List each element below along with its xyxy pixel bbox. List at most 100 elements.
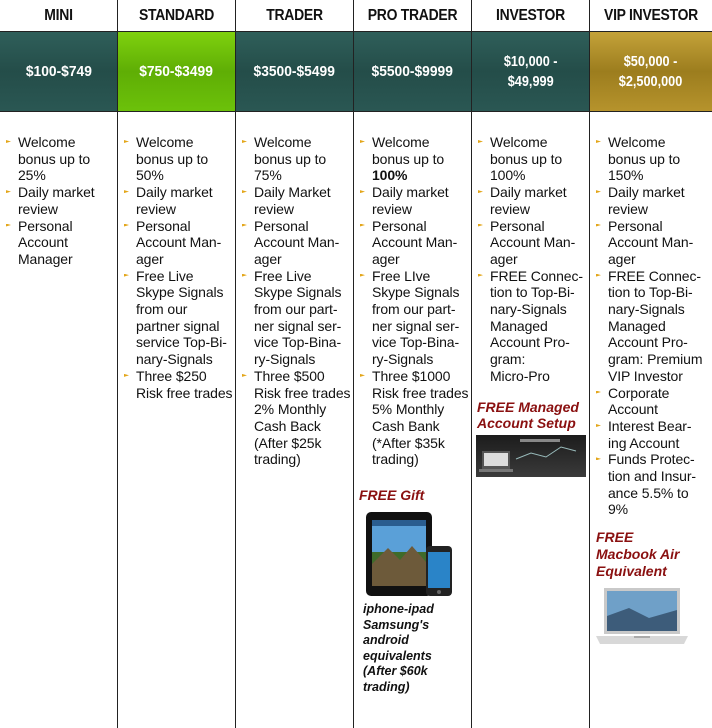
price-line: $49,999	[507, 72, 554, 90]
column-pro-trader: PRO TRADER $5500-$9999 Welcome bonus up …	[354, 0, 472, 728]
price-range: $50,000 - $2,500,000	[590, 31, 712, 112]
column-standard: STANDARD $750-$3499 Welcome bonus up to …	[118, 0, 236, 728]
price-line: $50,000 -	[624, 52, 678, 70]
feature-item: Personal Account Man- ager	[358, 218, 469, 268]
feature-item: Welcome bonus up to 50%	[122, 134, 233, 184]
feature-list: Welcome bonus up to 150% Daily market re…	[590, 112, 712, 518]
feature-item: Personal Account Man- ager	[594, 218, 710, 268]
feature-text: Three $500 Risk free trades 2% Monthly C…	[254, 367, 351, 468]
feature-item: Free LIve Skype Signals from our part- n…	[358, 268, 469, 368]
column-mini: MINI $100-$749 Welcome bonus up to 25% D…	[0, 0, 118, 728]
price-range: $5500-$9999	[354, 31, 471, 112]
column-trader: TRADER $3500-$5499 Welcome bonus up to 7…	[236, 0, 354, 728]
feature-list: Welcome bonus up to 100% Daily market rev…	[354, 112, 471, 468]
feature-item: Personal Account Man- ager	[240, 218, 351, 268]
gift-caption: iphone-ipad Samsung's android equivalent…	[363, 602, 434, 694]
feature-item: Welcome bonus up to 75%	[240, 134, 351, 184]
feature-text: Daily market review	[608, 184, 685, 217]
feature-text: Welcome bonus up to 150%	[608, 134, 681, 184]
feature-item: FREE Connec- tion to Top-Bi- nary-Signal…	[476, 268, 587, 385]
feature-list: Welcome bonus up to 25% Daily market rev…	[0, 112, 117, 268]
feature-item: Daily Market review	[240, 184, 351, 217]
feature-item: Interest Bear- ing Account	[594, 418, 710, 451]
column-header: MINI	[44, 7, 73, 24]
feature-text: Welcome bonus up to 100%	[490, 134, 563, 184]
feature-text: Personal Account Man- ager	[136, 217, 222, 267]
feature-text: FREE Connec- tion to Top-Bi- nary-Signal…	[490, 267, 583, 384]
feature-item: Daily market review	[4, 184, 115, 217]
price-text: $10,000 - $49,999	[501, 52, 559, 92]
phone-tablet-image	[364, 512, 454, 598]
feature-text: Daily Market review	[254, 184, 331, 217]
feature-text: Welcome bonus up to	[372, 134, 445, 167]
laptop-icon	[596, 588, 688, 645]
feature-item: Daily market review	[122, 184, 233, 217]
column-vip-investor: VIP INVESTOR $50,000 - $2,500,000 Welcome…	[590, 0, 712, 728]
price-range: $750-$3499	[118, 31, 235, 112]
feature-text: Welcome bonus up to 25%	[18, 134, 91, 184]
feature-text: Personal Account Man- ager	[490, 217, 576, 267]
feature-item: Daily market review	[594, 184, 710, 217]
feature-text: Corporate Account	[608, 384, 670, 418]
column-header: TRADER	[266, 7, 323, 24]
column-header: STANDARD	[138, 7, 215, 24]
feature-text: Free Live Skype Signals from our partner…	[136, 267, 227, 368]
feature-text: Three $1000 Risk free trades 5% Monthly …	[372, 367, 469, 468]
feature-text: Personal Account Man- ager	[608, 217, 694, 267]
feature-list: Welcome bonus up to 100% Daily market re…	[472, 112, 589, 385]
feature-item: Free Live Skype Signals from our partner…	[122, 268, 233, 368]
feature-item: Personal Account Man- ager	[476, 218, 587, 268]
price-line: $10,000 -	[503, 52, 558, 70]
free-macbook-label: FREE Macbook Air Equivalent	[596, 529, 680, 580]
feature-text: Welcome bonus up to 75%	[254, 134, 327, 184]
price-range: $3500-$5499	[236, 31, 353, 112]
price-range: $10,000 - $49,999	[472, 31, 589, 112]
feature-item: Personal Account Man- ager	[122, 218, 233, 268]
laptop-screenshot-image	[476, 434, 586, 477]
price-text: $5500-$9999	[371, 62, 454, 80]
column-header: VIP INVESTOR	[604, 7, 698, 24]
bonus-percent: 100%	[372, 167, 408, 184]
feature-item: Personal Account Manager	[4, 218, 115, 268]
column-header: INVESTOR	[496, 7, 565, 24]
column-investor: INVESTOR $10,000 - $49,999 Welcome bonus …	[472, 0, 590, 728]
feature-item: Funds Protec- tion and Insur- ance 5.5% …	[594, 451, 710, 518]
feature-text: Funds Protec- tion and Insur- ance 5.5% …	[608, 451, 696, 518]
price-text: $3500-$5499	[253, 62, 336, 80]
price-line: $2,500,000	[619, 72, 683, 90]
feature-text: Free LIve Skype Signals from our part- n…	[372, 267, 460, 368]
price-text: $750-$3499	[139, 62, 214, 80]
feature-list: Welcome bonus up to 75% Daily Market rev…	[236, 112, 353, 468]
price-text: $100-$749	[25, 62, 92, 80]
feature-text: Personal Account Man- ager	[372, 217, 458, 267]
feature-item: Welcome bonus up to 100%	[358, 134, 469, 184]
feature-item: Three $500 Risk free trades 2% Monthly C…	[240, 368, 351, 468]
feature-text: Three $250 Risk free trades	[136, 367, 233, 401]
macbook-image	[594, 586, 690, 648]
feature-item: Three $250 Risk free trades	[122, 368, 233, 401]
feature-item: Welcome bonus up to 150%	[594, 134, 710, 184]
tablet-phone-icon	[366, 512, 452, 597]
column-header: PRO TRADER	[367, 7, 458, 24]
feature-text: Daily market review	[490, 184, 567, 217]
feature-item: Three $1000 Risk free trades 5% Monthly …	[358, 368, 469, 468]
feature-list: Welcome bonus up to 50% Daily market rev…	[118, 112, 235, 401]
free-managed-account-label: FREE Managed Account Setup	[477, 398, 579, 431]
feature-item: FREE Connec- tion to Top-Bi- nary-Signal…	[594, 268, 710, 385]
feature-text: Personal Account Manager	[18, 217, 73, 267]
feature-item: Daily market review	[476, 184, 587, 217]
feature-text: Interest Bear- ing Account	[608, 417, 692, 451]
feature-item: Corporate Account	[594, 385, 710, 418]
feature-text: Personal Account Man- ager	[254, 217, 340, 267]
pricing-table: MINI $100-$749 Welcome bonus up to 25% D…	[0, 0, 712, 728]
trading-platform-icon	[479, 438, 577, 472]
feature-text: Daily market review	[372, 184, 449, 217]
feature-text: FREE Connec- tion to Top-Bi- nary-Signal…	[608, 267, 703, 384]
price-text: $50,000 - $2,500,000	[616, 52, 685, 92]
feature-text: Welcome bonus up to 50%	[136, 134, 209, 184]
feature-item: Welcome bonus up to 100%	[476, 134, 587, 184]
feature-item: Free Live Skype Signals from our part- n…	[240, 268, 351, 368]
feature-text: Daily market review	[136, 184, 213, 217]
feature-text: Free Live Skype Signals from our part- n…	[254, 267, 342, 368]
price-range: $100-$749	[0, 31, 117, 112]
